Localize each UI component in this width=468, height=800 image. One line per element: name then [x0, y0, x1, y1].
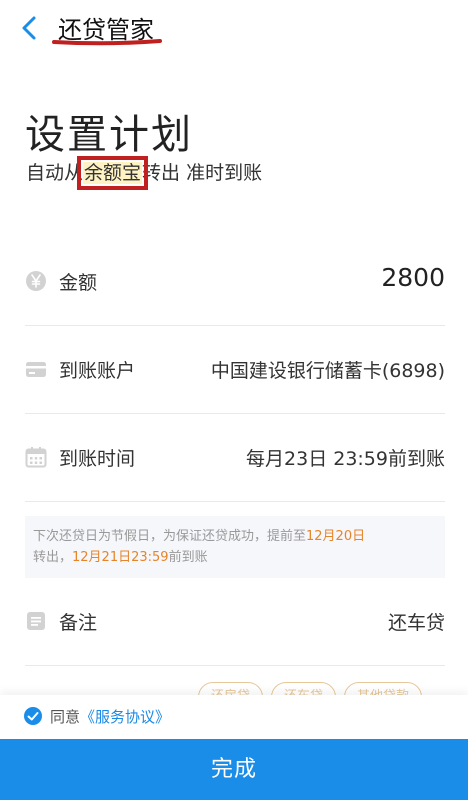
arrival-time-label: 到账时间 — [59, 448, 136, 470]
service-agreement-link[interactable]: 《服务协议》 — [80, 708, 170, 726]
subheading-highlight: 余额宝 — [77, 156, 149, 190]
nav-bar: 还贷管家 — [0, 0, 468, 56]
agreement-bar: 同意《服务协议》 — [0, 695, 468, 739]
calendar-icon — [25, 447, 47, 468]
remark-value: 还车贷 — [387, 612, 445, 634]
chevron-left-icon[interactable] — [18, 14, 42, 42]
red-underline-annotation — [52, 39, 162, 46]
agreement-text: 同意《服务协议》 — [50, 706, 170, 727]
done-button[interactable]: 完成 — [0, 739, 468, 800]
notice-text-3: 前到账 — [168, 550, 208, 565]
arrival-time-row[interactable]: 到账时间 每月23日 23:59前到账 — [25, 414, 445, 502]
notice-date-1: 12月20日 — [306, 529, 366, 544]
notice-text-2: 转出， — [33, 550, 73, 565]
amount-row[interactable]: 金额 2800 — [25, 238, 445, 326]
account-row[interactable]: 到账账户 中国建设银行储蓄卡(6898) — [25, 326, 445, 414]
amount-value: 2800 — [381, 263, 445, 292]
amount-label: 金额 — [59, 272, 98, 294]
subheading-before: 自动从 — [26, 162, 84, 184]
subheading-after: 转出 准时到账 — [142, 162, 263, 184]
notice-date-2: 12月21日23:59 — [72, 550, 169, 565]
account-value: 中国建设银行储蓄卡(6898) — [210, 360, 445, 382]
plan-heading: 设置计划 — [25, 112, 193, 158]
account-label: 到账账户 — [59, 360, 136, 382]
remark-row[interactable]: 备注 还车贷 — [25, 578, 445, 666]
notice-text-1: 下次还贷日为节假日，为保证还贷成功，提前至 — [33, 529, 307, 544]
card-icon — [26, 362, 46, 377]
check-circle-icon[interactable] — [24, 707, 42, 725]
arrival-time-value: 每月23日 23:59前到账 — [246, 448, 445, 470]
remark-label: 备注 — [59, 612, 98, 634]
agreement-prefix: 同意 — [50, 708, 81, 726]
plan-subheading: 自动从余额宝转出 准时到账 — [26, 156, 263, 190]
yen-icon — [26, 271, 46, 291]
note-icon — [27, 612, 45, 630]
holiday-notice: 下次还贷日为节假日，为保证还贷成功，提前至12月20日 转出，12月21日23:… — [25, 516, 445, 578]
